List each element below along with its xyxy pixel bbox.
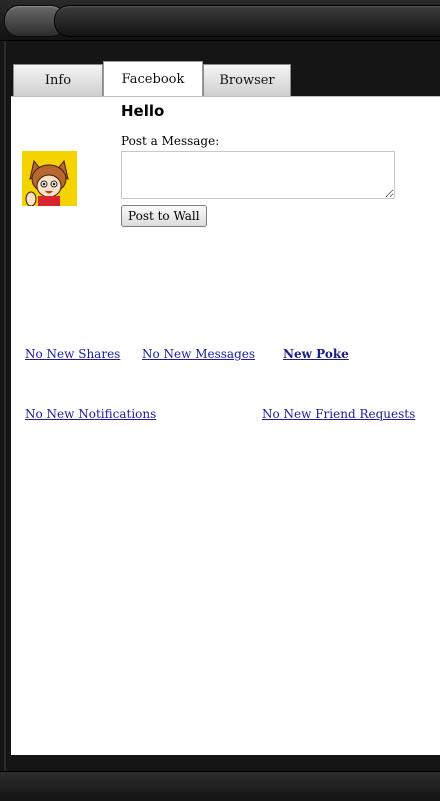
bottom-bar (0, 771, 440, 801)
post-message-label: Post a Message: (121, 134, 220, 148)
tab-info-label: Info (44, 73, 72, 88)
message-input[interactable] (121, 151, 395, 199)
no-new-notifications-link[interactable]: No New Notifications (25, 407, 156, 421)
tab-browser[interactable]: Browser (203, 64, 291, 96)
greeting-heading: Hello (121, 102, 165, 120)
new-poke-link[interactable]: New Poke (283, 347, 349, 361)
tab-browser-label: Browser (219, 73, 275, 88)
no-new-shares-link[interactable]: No New Shares (25, 347, 120, 361)
address-bar[interactable] (54, 5, 440, 37)
avatar (22, 151, 77, 206)
tab-facebook[interactable]: Facebook (103, 61, 203, 98)
no-new-messages-link[interactable]: No New Messages (142, 347, 255, 361)
facebook-panel: Hello Post a Message: Post to Wall No Ne… (11, 96, 440, 755)
top-bar (0, 0, 440, 41)
tab-info[interactable]: Info (13, 64, 103, 96)
cartoon-avatar-icon (22, 151, 77, 206)
no-new-friend-requests-link[interactable]: No New Friend Requests (262, 407, 415, 421)
tab-facebook-label: Facebook (121, 72, 185, 87)
post-to-wall-button[interactable]: Post to Wall (121, 205, 207, 227)
